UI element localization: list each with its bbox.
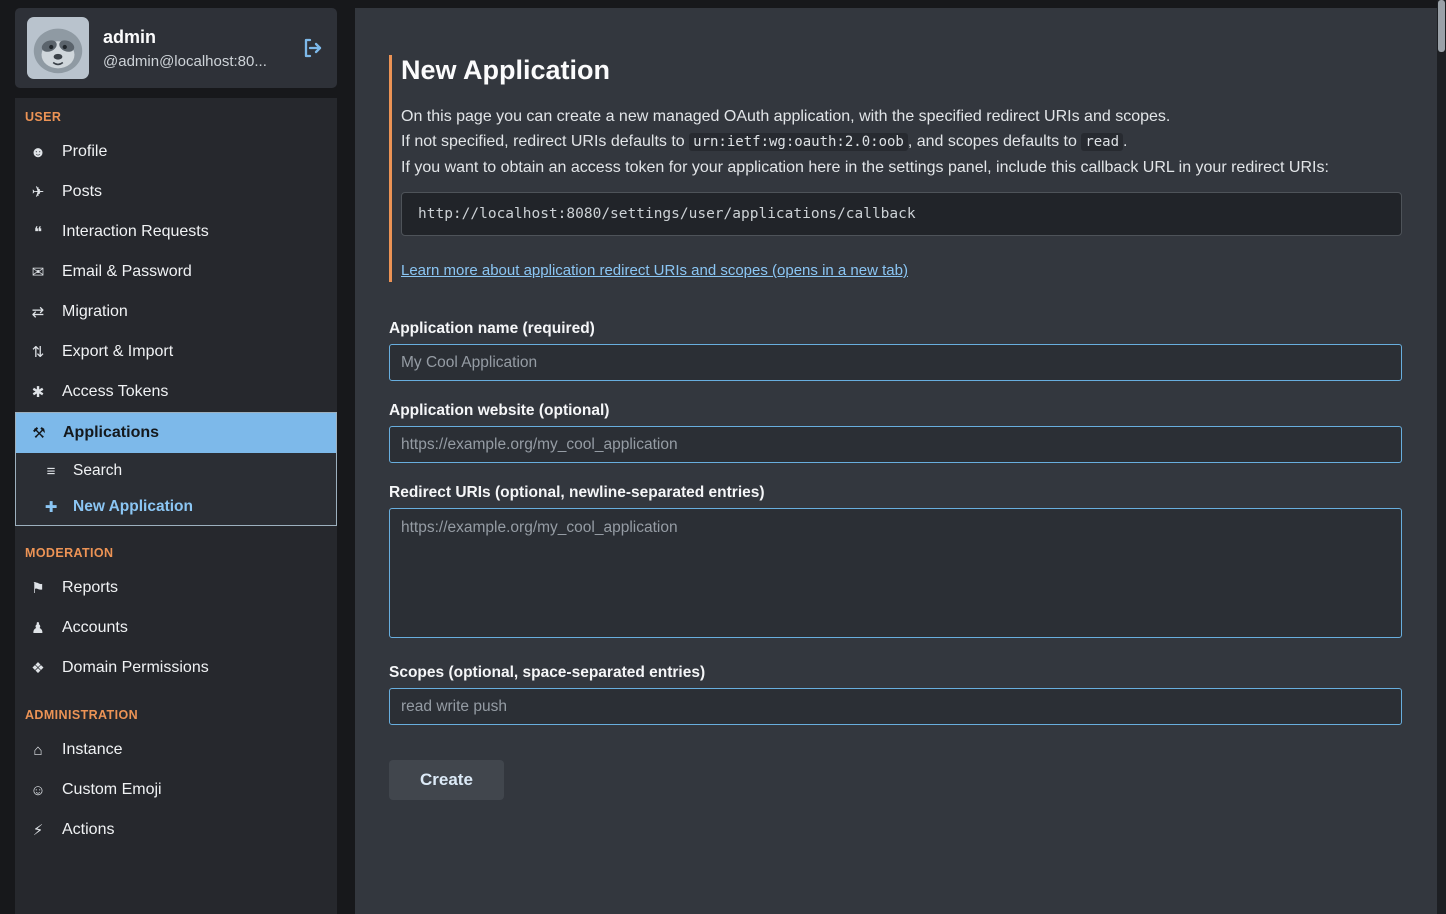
learn-more-link[interactable]: Learn more about application redirect UR… — [401, 262, 908, 279]
bolt-icon: ⚡ — [27, 821, 49, 839]
app-root: admin @admin@localhost:80... USER ☻ Prof… — [0, 0, 1446, 914]
applications-submenu: ≡ Search ✚ New Application — [16, 453, 336, 525]
application-website-label: Application website (optional) — [389, 402, 1402, 420]
application-website-field: Application website (optional) — [389, 402, 1402, 463]
intro-line-2-mid: , and scopes defaults to — [908, 133, 1081, 150]
callback-url-block: http://localhost:8080/settings/user/appl… — [401, 192, 1402, 236]
sidebar-item-label: New Application — [73, 498, 193, 516]
sidebar-nav: USER ☻ Profile ✈ Posts ❝ Interaction Req… — [15, 98, 337, 914]
sidebar-item-actions[interactable]: ⚡ Actions — [15, 810, 337, 850]
arrows-left-right-icon: ⇄ — [27, 303, 49, 321]
user-handle: @admin@localhost:80... — [103, 53, 297, 70]
main-panel: New Application On this page you can cre… — [355, 8, 1437, 914]
sidebar-item-label: Migration — [62, 303, 128, 321]
sidebar-item-label: Custom Emoji — [62, 781, 162, 799]
user-info: admin @admin@localhost:80... — [103, 27, 325, 70]
redirect-uris-textarea[interactable] — [389, 508, 1402, 638]
sidebar-item-accounts[interactable]: ♟ Accounts — [15, 608, 337, 648]
sloth-avatar-image — [27, 17, 89, 79]
scopes-input[interactable] — [389, 688, 1402, 725]
intro-line-3: If you want to obtain an access token fo… — [401, 155, 1402, 180]
sidebar-item-applications-search[interactable]: ≡ Search — [16, 453, 336, 489]
sidebar-item-domain-permissions[interactable]: ❖ Domain Permissions — [15, 648, 337, 688]
sidebar-item-label: Access Tokens — [62, 383, 168, 401]
sidebar-item-label: Domain Permissions — [62, 659, 209, 677]
user-card[interactable]: admin @admin@localhost:80... — [15, 8, 337, 88]
sidebar-item-label: Email & Password — [62, 263, 192, 281]
sidebar-item-export-import[interactable]: ⇅ Export & Import — [15, 332, 337, 372]
application-name-field: Application name (required) — [389, 320, 1402, 381]
scopes-field: Scopes (optional, space-separated entrie… — [389, 664, 1402, 725]
sidebar-item-reports[interactable]: ⚑ Reports — [15, 568, 337, 608]
sidebar-item-label: Posts — [62, 183, 102, 201]
intro-line-2-post: . — [1123, 133, 1127, 150]
sidebar: admin @admin@localhost:80... USER ☻ Prof… — [0, 0, 355, 914]
scrollbar[interactable] — [1437, 0, 1446, 914]
users-icon: ♟ — [27, 619, 49, 637]
logout-icon[interactable] — [301, 36, 325, 60]
envelope-icon: ✉ — [27, 263, 49, 281]
scrollbar-thumb[interactable] — [1438, 0, 1445, 52]
intro-line-2-pre: If not specified, redirect URIs defaults… — [401, 133, 689, 150]
sidebar-item-migration[interactable]: ⇄ Migration — [15, 292, 337, 332]
flag-icon: ⚑ — [27, 579, 49, 597]
smiley-icon: ☺ — [27, 782, 49, 799]
sidebar-item-label: Interaction Requests — [62, 223, 209, 241]
user-icon: ☻ — [27, 144, 49, 161]
sidebar-item-label: Export & Import — [62, 343, 173, 361]
avatar — [27, 17, 89, 79]
sidebar-item-label: Search — [73, 462, 122, 480]
sidebar-item-applications[interactable]: ⚒ Applications — [16, 413, 336, 453]
sidebar-item-label: Instance — [62, 741, 122, 759]
new-application-form: Application name (required) Application … — [389, 320, 1402, 800]
callback-url: http://localhost:8080/settings/user/appl… — [418, 206, 916, 222]
sidebar-item-label: Actions — [62, 821, 114, 839]
application-name-label: Application name (required) — [389, 320, 1402, 338]
intro-block: New Application On this page you can cre… — [389, 55, 1402, 282]
sidebar-item-email-password[interactable]: ✉ Email & Password — [15, 252, 337, 292]
intro-line-1: On this page you can create a new manage… — [401, 104, 1402, 129]
sidebar-item-profile[interactable]: ☻ Profile — [15, 132, 337, 172]
application-name-input[interactable] — [389, 344, 1402, 381]
sidebar-item-label: Applications — [63, 424, 159, 442]
sidebar-item-interaction-requests[interactable]: ❝ Interaction Requests — [15, 212, 337, 252]
intro-line-2: If not specified, redirect URIs defaults… — [401, 129, 1402, 155]
sidebar-item-custom-emoji[interactable]: ☺ Custom Emoji — [15, 770, 337, 810]
plus-icon: ✚ — [40, 498, 62, 516]
section-label-administration: ADMINISTRATION — [25, 708, 327, 722]
sidebar-item-instance[interactable]: ⌂ Instance — [15, 730, 337, 770]
section-label-user: USER — [25, 110, 327, 124]
inline-code-read: read — [1081, 133, 1123, 151]
user-name: admin — [103, 27, 297, 48]
application-website-input[interactable] — [389, 426, 1402, 463]
sidebar-item-new-application[interactable]: ✚ New Application — [16, 489, 336, 525]
list-icon: ≡ — [40, 463, 62, 480]
page-title: New Application — [401, 55, 1402, 86]
sidebar-item-label: Reports — [62, 579, 118, 597]
inline-code-oob: urn:ietf:wg:oauth:2.0:oob — [689, 133, 908, 151]
redirect-uris-label: Redirect URIs (optional, newline-separat… — [389, 484, 1402, 502]
scopes-label: Scopes (optional, space-separated entrie… — [389, 664, 1402, 682]
sidebar-item-label: Accounts — [62, 619, 128, 637]
comment-icon: ❝ — [27, 223, 49, 241]
create-button[interactable]: Create — [389, 760, 504, 800]
sidebar-item-access-tokens[interactable]: ✱ Access Tokens — [15, 372, 337, 412]
tools-icon: ⚒ — [28, 424, 50, 442]
arrows-up-down-icon: ⇅ — [27, 343, 49, 361]
token-icon: ✱ — [27, 383, 49, 401]
paper-plane-icon: ✈ — [27, 183, 49, 201]
applications-group: ⚒ Applications ≡ Search ✚ New Applicatio… — [15, 412, 337, 526]
hub-icon: ❖ — [27, 659, 49, 677]
redirect-uris-field: Redirect URIs (optional, newline-separat… — [389, 484, 1402, 643]
section-label-moderation: MODERATION — [25, 546, 327, 560]
sitemap-icon: ⌂ — [27, 742, 49, 759]
sidebar-item-posts[interactable]: ✈ Posts — [15, 172, 337, 212]
sidebar-item-label: Profile — [62, 143, 107, 161]
